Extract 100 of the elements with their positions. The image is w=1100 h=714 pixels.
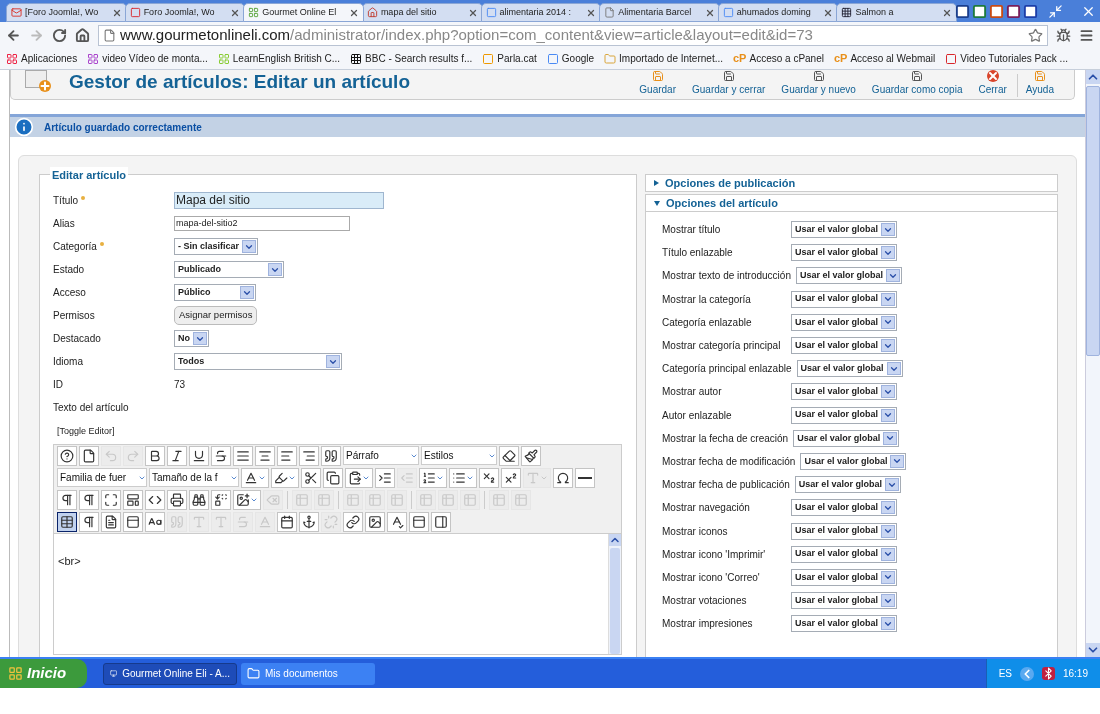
dropdown[interactable]: Usar el valor global [791, 221, 898, 239]
dropdown[interactable]: Usar el valor global [791, 592, 898, 610]
logo-icon [248, 7, 260, 18]
bookmark[interactable]: cP Acceso al Webmail [833, 50, 936, 67]
toolbar-action[interactable]: Guardar y nuevo [773, 74, 864, 97]
dropdown[interactable]: Usar el valor global [791, 522, 898, 540]
alias-field[interactable]: mapa-del-sitio2 [174, 216, 350, 231]
back-icon[interactable] [6, 27, 21, 43]
dropdown[interactable]: Público [174, 284, 256, 301]
dropdown[interactable]: Todos [174, 353, 342, 370]
browser-tab[interactable]: alimentaria 2014 : [480, 3, 602, 22]
close-icon[interactable] [942, 7, 952, 18]
browser-tab[interactable]: [Foro Joomla!, Wo [6, 3, 127, 22]
dropdown[interactable]: Usar el valor global [791, 244, 898, 262]
dropdown[interactable]: Usar el valor global [791, 615, 898, 633]
bookmark[interactable]: Importado de Internet... [604, 51, 723, 66]
scroll-down-icon[interactable] [1086, 643, 1100, 657]
restore-icon[interactable] [1048, 4, 1063, 19]
bookmark[interactable]: Google [546, 51, 595, 66]
dropdown[interactable]: Usar el valor global [791, 499, 898, 517]
accordion-header[interactable]: Opciones del artículo [645, 194, 1058, 212]
field-label: Título [53, 194, 78, 208]
app-icon[interactable] [955, 4, 970, 19]
close-icon[interactable] [230, 7, 241, 18]
dropdown[interactable]: Familia de fuer [57, 468, 147, 487]
bookmark[interactable]: BBC - Search results f... [350, 51, 473, 66]
dropdown[interactable]: Usar el valor global [800, 452, 907, 470]
dropdown[interactable]: Usar el valor global [791, 337, 898, 355]
browser-tab[interactable]: Foro Joomla!, Wo [124, 3, 246, 22]
browser-tab[interactable]: ahumados doming [717, 3, 839, 22]
bookmark[interactable]: Aplicaciones [6, 51, 78, 66]
home-icon[interactable] [75, 27, 90, 43]
close-icon[interactable] [704, 7, 715, 18]
save-icon [722, 70, 735, 82]
dropdown[interactable]: Publicado [174, 261, 284, 278]
app-icon[interactable] [1006, 4, 1021, 19]
browser-tab[interactable]: Gourmet Online El [243, 3, 364, 22]
star-icon[interactable] [1028, 27, 1043, 43]
tab-title: alimentaria 2014 : [499, 5, 573, 19]
bookmark[interactable]: Parla.cat [482, 51, 537, 66]
dropdown[interactable]: Usar el valor global [791, 313, 898, 331]
bookmark[interactable]: LearnEnglish British C... [217, 51, 341, 66]
dropdown[interactable]: Tamaño de la f [149, 468, 239, 487]
toolbar-action[interactable]: Guardar como copia [863, 74, 971, 97]
dropdown[interactable]: Usar el valor global [791, 545, 898, 563]
toolbar-action[interactable]: Ayuda [1016, 74, 1062, 97]
browser-tab[interactable]: Alimentaria Barcel [599, 3, 720, 22]
reload-icon[interactable] [52, 27, 67, 43]
accordion-header[interactable]: Opciones de publicación [645, 174, 1058, 192]
dropdown[interactable]: Usar el valor global [794, 476, 901, 494]
menu-icon[interactable] [1079, 27, 1094, 43]
dropdown[interactable]: Usar el valor global [791, 406, 898, 424]
taskbar-button[interactable]: Mis documentos [241, 662, 375, 685]
close-icon[interactable] [348, 7, 359, 18]
dropdown[interactable]: Estilos [421, 446, 497, 465]
dropdown[interactable]: Usar el valor global [791, 290, 898, 308]
dropdown[interactable]: Usar el valor global [793, 429, 900, 447]
eraser-icon [502, 448, 516, 463]
title-field[interactable]: Mapa del sitio [174, 192, 384, 209]
address-field[interactable]: www.gourmetonlineli.com/administrator/index.php?option=com_content&view=article&layout=edit&id=73 [98, 24, 1048, 46]
page-scrollbar[interactable] [1085, 70, 1100, 657]
app-icon[interactable] [989, 4, 1004, 19]
toolbar-action[interactable]: Guardar y cerrar [684, 74, 774, 97]
table-icon [368, 492, 382, 507]
clock: 16:19 [1062, 667, 1088, 681]
permissions-button[interactable]: Asignar permisos [174, 306, 258, 325]
bug-icon[interactable] [1056, 27, 1071, 43]
text-color-icon [244, 470, 258, 485]
close-icon[interactable] [467, 7, 478, 18]
dropdown[interactable]: Usar el valor global [791, 568, 898, 586]
editor-scrollbar[interactable] [608, 533, 621, 654]
toolbar-button[interactable] [57, 511, 77, 532]
dropdown[interactable]: - Sin clasificar [174, 238, 259, 255]
scroll-up-icon[interactable] [1086, 70, 1100, 84]
start-button[interactable]: Inicio [0, 659, 87, 688]
browser-icon [110, 667, 118, 680]
chevron-left-icon[interactable] [1019, 666, 1034, 681]
dropdown[interactable]: Usar el valor global [795, 267, 902, 285]
close-icon[interactable] [823, 7, 834, 18]
toggle-editor-link[interactable]: [Toggle Editor] [57, 425, 115, 439]
browser-tab[interactable]: Salmon a [836, 3, 957, 22]
app-icon[interactable] [1023, 4, 1038, 19]
close-icon[interactable] [1081, 4, 1096, 19]
dropdown[interactable]: Usar el valor global [791, 383, 898, 401]
close-icon[interactable] [111, 7, 122, 18]
dropdown[interactable]: Párrafo [343, 446, 419, 465]
bookmark[interactable]: cP Acceso a cPanel [733, 50, 824, 67]
bluetooth-icon[interactable] [1041, 667, 1055, 680]
dropdown[interactable]: No [174, 330, 209, 347]
bookmark[interactable]: video Vídeo de monta... [87, 51, 208, 66]
toolbar-action[interactable]: Guardar [631, 74, 684, 97]
browser-tab[interactable]: mapa del sitio [361, 3, 483, 22]
toolbar-action[interactable]: Cerrar [970, 74, 1015, 97]
dropdown[interactable]: Usar el valor global [796, 360, 903, 378]
align-right-icon [302, 448, 316, 463]
app-icon[interactable] [972, 4, 987, 19]
close-icon[interactable] [586, 7, 597, 18]
bookmark[interactable]: Video Tutoriales Pack ... [945, 51, 1068, 66]
strikethrough-icon [214, 448, 228, 463]
taskbar-button[interactable]: Gourmet Online Eli - A... [103, 662, 237, 685]
